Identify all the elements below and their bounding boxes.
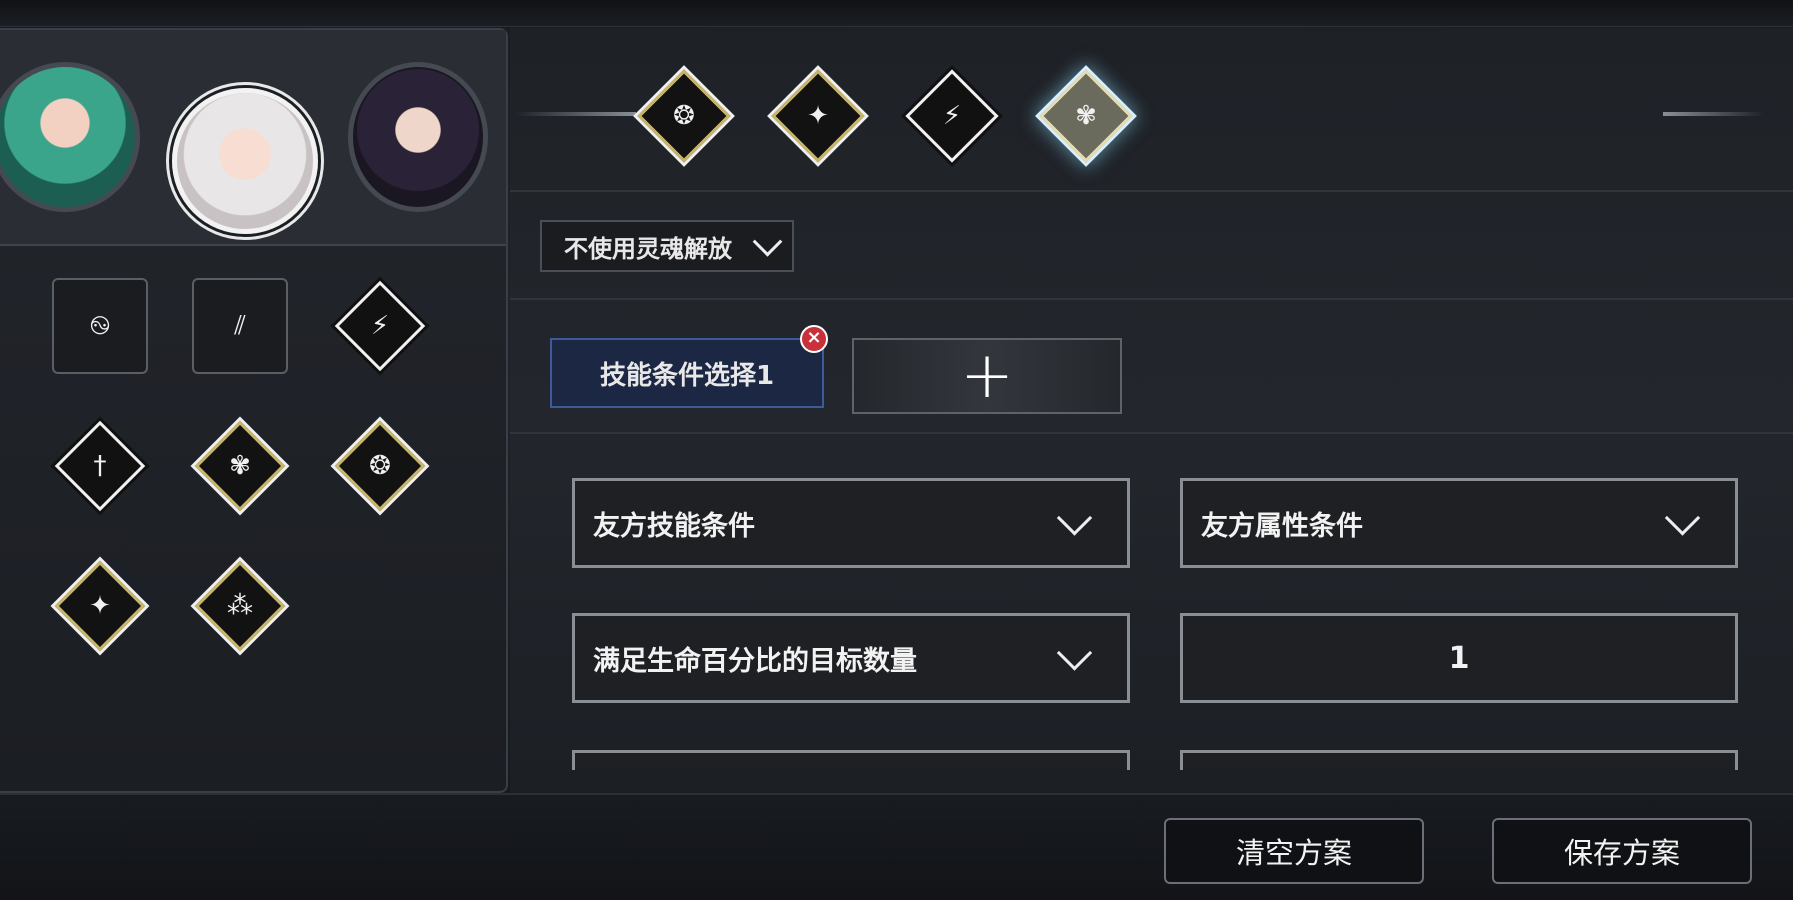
sword-icon: †: [93, 451, 107, 481]
avatar-dark-hair[interactable]: [348, 62, 488, 212]
ornament-right: [1663, 112, 1763, 116]
chevron-down-icon: [1664, 500, 1701, 536]
top-bar: [0, 0, 1793, 27]
skill-slot-flower[interactable]: ✾: [192, 418, 288, 514]
stars-icon: ✦: [89, 591, 111, 621]
avatar-white-hair[interactable]: [172, 88, 318, 234]
skill-slot-claw[interactable]: ⫽: [192, 278, 288, 374]
condition-tab-label: 技能条件选择1: [599, 360, 775, 391]
divider: [510, 298, 1793, 300]
chevron-down-icon: [752, 226, 783, 257]
clear-plan-label: 清空方案: [1235, 836, 1352, 870]
claw-icon: ⫽: [234, 311, 246, 341]
add-condition-button[interactable]: +: [852, 338, 1122, 414]
skill-slot-constellation[interactable]: ⁂: [192, 558, 288, 654]
avatar-green-hair[interactable]: [0, 62, 140, 212]
team-panel: ࿊ ⫽ ⚡ † ✾ ❂ ✦ ⁂: [0, 28, 508, 793]
ally-skill-dropdown[interactable]: 友方技能条件: [572, 478, 1130, 568]
soul-release-value: 不使用灵魂解放: [564, 234, 732, 263]
clear-plan-button[interactable]: 清空方案: [1164, 818, 1424, 884]
ally-attribute-label: 友方属性条件: [1201, 510, 1363, 542]
spiral-icon: ❂: [673, 101, 695, 131]
ally-attribute-dropdown[interactable]: 友方属性条件: [1180, 478, 1738, 568]
skill-slot-spiral[interactable]: ❂: [332, 418, 428, 514]
plus-icon: +: [960, 339, 1014, 413]
skill-tab-flower[interactable]: ✾: [1036, 66, 1136, 166]
target-count-dropdown[interactable]: 满足生命百分比的目标数量: [572, 613, 1130, 703]
soul-release-dropdown[interactable]: 不使用灵魂解放: [540, 220, 794, 272]
count-value-field[interactable]: 1: [1180, 613, 1738, 703]
close-icon[interactable]: ×: [800, 325, 828, 353]
constellation-icon: ⁂: [227, 591, 253, 621]
skill-slot-slash[interactable]: ⚡: [332, 278, 428, 374]
skill-slot-stars[interactable]: ✦: [52, 558, 148, 654]
chevron-down-icon: [1056, 500, 1093, 536]
ornament-left: [516, 112, 636, 116]
save-plan-label: 保存方案: [1563, 836, 1680, 870]
skill-tab-slash[interactable]: ⚡: [902, 66, 1002, 166]
stars-icon: ✦: [807, 101, 829, 131]
skill-slot-sword[interactable]: †: [52, 418, 148, 514]
slash-icon: ⚡: [942, 101, 962, 131]
flower-icon: ✾: [229, 451, 251, 481]
skill-slot-swirl[interactable]: ࿊: [52, 278, 148, 374]
target-count-label: 满足生命百分比的目标数量: [593, 645, 917, 677]
avatar-row: [0, 30, 506, 246]
condition-panel: ❂ ✦ ⚡ ✾ 不使用灵魂解放 技能条件选择1 × + 友方技能条件 友方属性条…: [510, 28, 1793, 793]
swirl-icon: ࿊: [89, 311, 111, 341]
skill-tab-row: ❂ ✦ ⚡ ✾: [510, 28, 1793, 192]
slash-icon: ⚡: [370, 311, 390, 341]
spiral-icon: ❂: [369, 451, 391, 481]
skill-tab-spiral[interactable]: ❂: [634, 66, 734, 166]
skill-tab-stars[interactable]: ✦: [768, 66, 868, 166]
next-dropdown[interactable]: [572, 750, 1130, 770]
divider: [510, 432, 1793, 434]
condition-tab-1[interactable]: 技能条件选择1: [550, 338, 824, 408]
ally-skill-label: 友方技能条件: [593, 510, 755, 542]
flower-icon: ✾: [1075, 101, 1097, 131]
next-field[interactable]: [1180, 750, 1738, 770]
count-value: 1: [1448, 640, 1470, 676]
save-plan-button[interactable]: 保存方案: [1492, 818, 1752, 884]
chevron-down-icon: [1056, 635, 1093, 671]
